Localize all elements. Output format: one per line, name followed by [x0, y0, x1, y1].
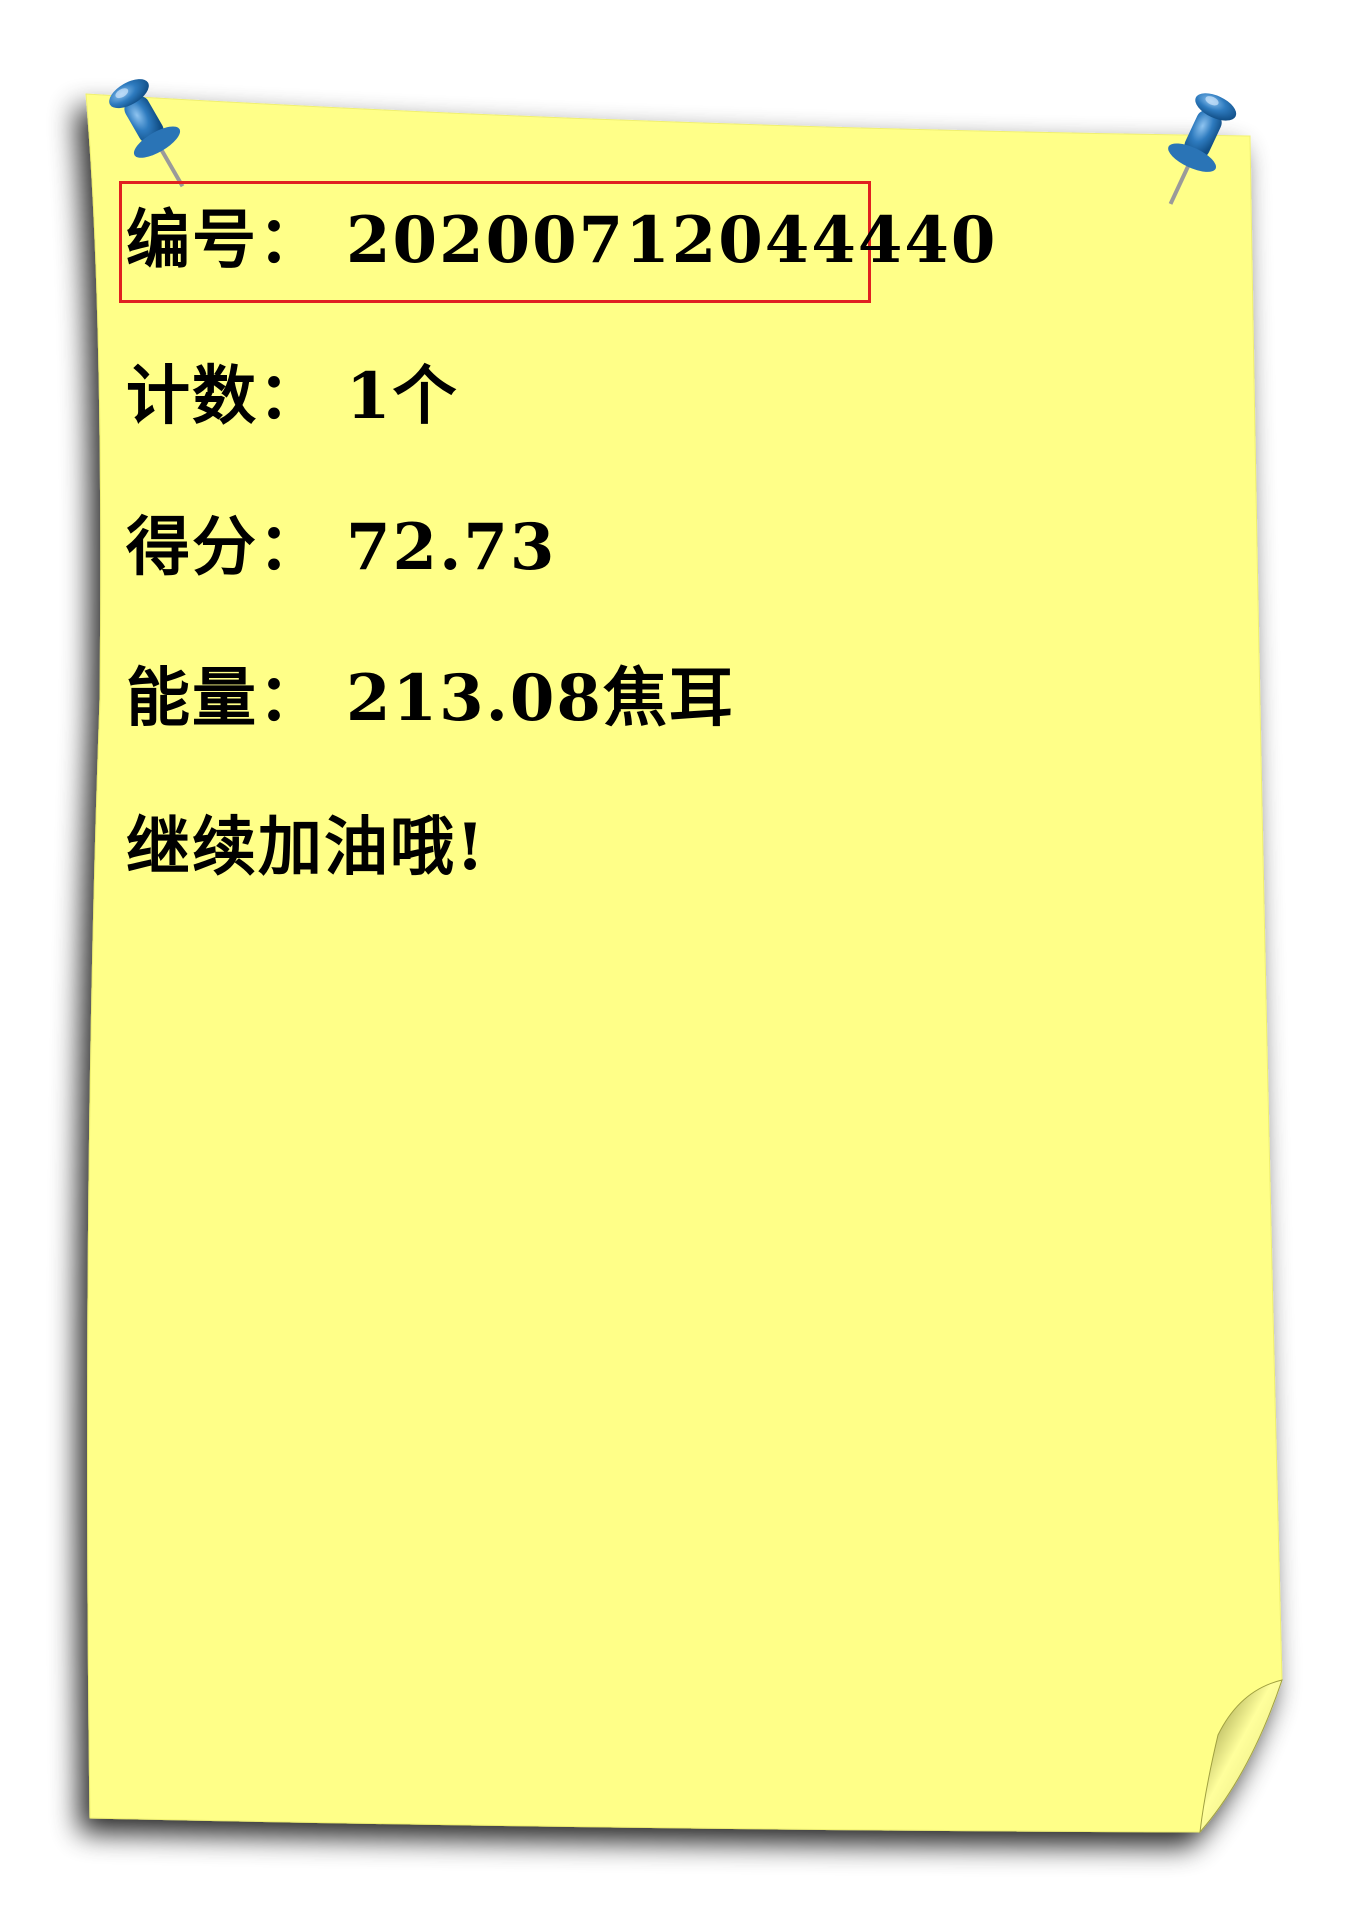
energy-value: 213.08焦耳	[346, 661, 735, 736]
id-line: 编号： 20200712044440	[126, 209, 997, 273]
id-label: 编号：	[126, 203, 324, 278]
energy-line: 能量： 213.08焦耳	[126, 667, 735, 731]
cheer-text: 继续加油哦!	[126, 810, 487, 885]
score-label: 得分：	[126, 510, 324, 585]
paper-sheet	[85, 93, 1283, 1833]
count-label: 计数：	[126, 359, 324, 434]
count-value: 1个	[346, 359, 459, 434]
id-value: 20200712044440	[346, 203, 998, 278]
score-value: 72.73	[346, 510, 557, 585]
count-line: 计数： 1个	[126, 365, 459, 429]
cheer-message: 继续加油哦!	[126, 816, 486, 880]
score-line: 得分： 72.73	[126, 516, 556, 580]
energy-label: 能量：	[126, 661, 324, 736]
